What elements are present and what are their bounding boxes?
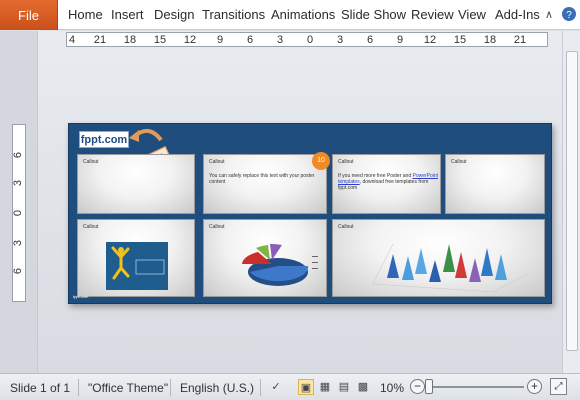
tab-view[interactable]: View (458, 0, 486, 30)
card-title: Callout (209, 159, 225, 165)
theme-name[interactable]: "Office Theme" (88, 381, 168, 395)
callout-card[interactable]: Callout If you need more free Poster and… (332, 154, 441, 214)
callout-card[interactable]: Callout You can safely replace this text… (203, 154, 327, 214)
language-indicator[interactable]: English (U.S.) (180, 381, 254, 395)
card-title: Callout (83, 159, 99, 165)
ruler-tick-label: 6 (12, 151, 25, 159)
zoom-slider-track[interactable] (432, 386, 524, 388)
ruler-tick-label: 21 (513, 34, 527, 46)
tab-review[interactable]: Review (411, 0, 454, 30)
logo-placeholder[interactable]: fppt.com (79, 131, 129, 148)
tab-add-ins[interactable]: Add-Ins (495, 0, 540, 30)
card-title: Callout (451, 159, 467, 165)
tab-home[interactable]: Home (68, 0, 103, 30)
ruler-tick-label: 6 (246, 34, 254, 46)
ruler-tick-label: 21 (93, 34, 107, 46)
card-title: Callout (338, 159, 354, 165)
ruler-tick-label: 3 (12, 239, 25, 247)
card-title: Callout (83, 224, 99, 230)
3d-cone-chart-image (372, 243, 529, 293)
zoom-level[interactable]: 10% (380, 381, 404, 395)
ruler-tick-label: 12 (423, 34, 437, 46)
ruler-tick-label: 12 (183, 34, 197, 46)
ruler-tick-label: 15 (453, 34, 467, 46)
zoom-slider-thumb[interactable] (425, 379, 433, 394)
ruler-tick-label: 4 (68, 34, 76, 46)
callout-card[interactable]: Callout (332, 219, 545, 297)
ruler-tick-label: 6 (12, 267, 25, 275)
pie-chart-image (242, 243, 318, 286)
file-tab[interactable]: File (0, 0, 58, 30)
ruler-tick-label: 0 (306, 34, 314, 46)
ruler-tick-label: 15 (153, 34, 167, 46)
vertical-scrollbar[interactable] (562, 31, 580, 373)
ruler-tick-label: 3 (276, 34, 284, 46)
slide[interactable]: fppt.com Put your logo here Callout Call… (68, 123, 552, 304)
svg-text:?: ? (566, 10, 572, 21)
help-icon[interactable]: ? (560, 6, 578, 24)
callout-card[interactable]: Callout (445, 154, 545, 214)
jumping-person-image (106, 242, 168, 290)
slide-footer-text: fppt.com (73, 294, 89, 299)
ruler-tick-label: 6 (366, 34, 374, 46)
status-separator (78, 379, 79, 396)
tab-transitions[interactable]: Transitions (202, 0, 265, 30)
card-title: Callout (338, 224, 354, 230)
ruler-tick-label: 3 (12, 179, 25, 187)
scrollbar-thumb[interactable] (566, 51, 578, 351)
normal-view-icon[interactable]: ▣ (298, 379, 314, 395)
status-separator (170, 379, 171, 396)
callout-card[interactable]: Callout (77, 154, 195, 214)
callout-card[interactable]: Callout (203, 219, 327, 297)
card-title: Callout (209, 224, 225, 230)
tab-insert[interactable]: Insert (111, 0, 144, 30)
slide-sorter-icon[interactable]: ▦ (317, 379, 333, 395)
ruler-tick-label: 18 (483, 34, 497, 46)
status-separator (260, 379, 261, 396)
horizontal-ruler: 4 21 18 15 12 9 6 3 0 3 6 9 12 15 18 21 (66, 32, 548, 47)
tab-slide-show[interactable]: Slide Show (341, 0, 406, 30)
callout-card[interactable]: Callout (77, 219, 195, 297)
zoom-out-icon[interactable]: − (410, 379, 425, 394)
tab-animations[interactable]: Animations (271, 0, 335, 30)
ribbon-tab-bar: File Home Insert Design Transitions Anim… (0, 0, 580, 30)
number-badge: 10 (312, 152, 330, 170)
card-body: You can safely replace this text with yo… (209, 173, 315, 185)
ruler-tick-label: 9 (396, 34, 404, 46)
vertical-ruler: 6 3 0 3 6 (12, 124, 26, 302)
tab-design[interactable]: Design (154, 0, 194, 30)
slide-counter: Slide 1 of 1 (10, 381, 71, 395)
ruler-tick-label: 0 (12, 209, 25, 217)
ruler-tick-label: 3 (336, 34, 344, 46)
status-bar: Slide 1 of 1 "Office Theme" English (U.S… (0, 373, 580, 400)
fit-to-window-icon[interactable]: ⤢ (550, 378, 567, 395)
zoom-in-icon[interactable]: + (527, 379, 542, 394)
ruler-tick-label: 9 (216, 34, 224, 46)
ruler-tick-label: 18 (123, 34, 137, 46)
slide-show-icon[interactable]: ▩ (355, 379, 371, 395)
spellcheck-icon[interactable]: ✓ (268, 379, 284, 395)
collapse-ribbon-icon[interactable]: ∧ (540, 6, 558, 24)
card-body: If you need more free Poster and PowerPo… (338, 173, 448, 191)
reading-view-icon[interactable]: ▤ (336, 379, 352, 395)
